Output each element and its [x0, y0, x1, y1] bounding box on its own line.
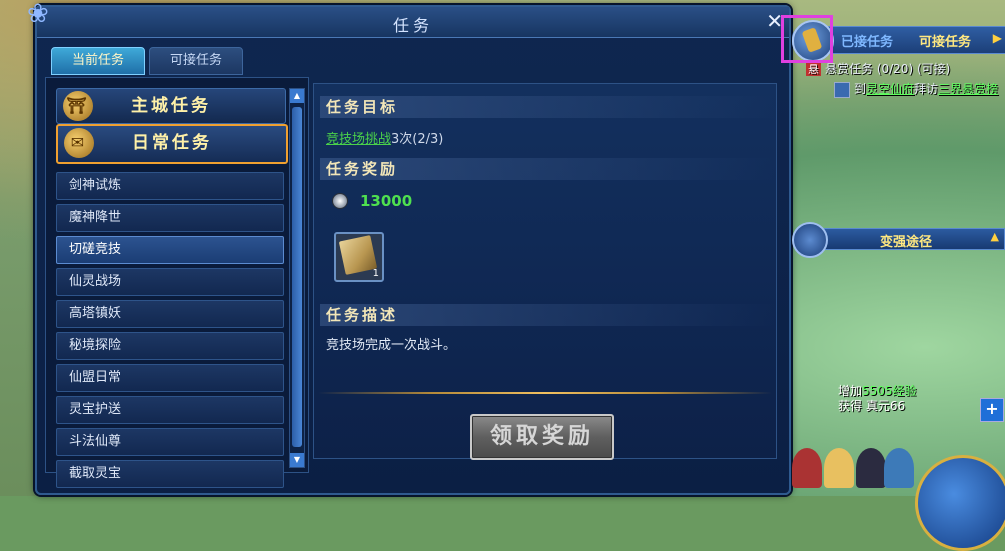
goal-progress: (2/3): [412, 132, 444, 147]
list-item[interactable]: 仙盟日常: [56, 364, 284, 392]
list-item[interactable]: 截取灵宝: [56, 460, 284, 488]
visit-task-line: 到灵空仙府拜访三界悬赏榜: [834, 80, 998, 98]
quest-scroll-icon[interactable]: [792, 20, 834, 62]
ornamental-divider: [318, 392, 772, 394]
task-dialog: ❀ 任务 ✕ 当前任务 可接任务 ⛩ 主城任务 ✉ 日常任务 剑神试炼 魔神降世…: [27, 0, 791, 495]
scroll-thumb[interactable]: [292, 107, 302, 447]
claim-reward-button[interactable]: 领取奖励: [470, 414, 614, 460]
scroll-item-icon: [338, 235, 378, 275]
task-marker-icon: [834, 81, 850, 98]
bounty-tag: 悬: [806, 63, 821, 76]
list-item[interactable]: 仙灵战场: [56, 268, 284, 296]
reward-money-row: 13000: [332, 192, 412, 210]
exp-prefix: 增加: [838, 384, 863, 398]
goal-heading: 任务目标: [320, 96, 776, 118]
collapse-arrow-icon[interactable]: ▶: [993, 31, 1002, 45]
list-item[interactable]: 高塔镇妖: [56, 300, 284, 328]
visit-mid: 拜访: [914, 82, 939, 96]
scroll-icon: ✉: [64, 128, 94, 158]
list-item[interactable]: 切磋竞技: [56, 236, 284, 264]
scroll-down-icon[interactable]: ▼: [290, 453, 304, 467]
main-menu-orb[interactable]: [915, 455, 1005, 551]
close-icon[interactable]: ✕: [766, 10, 783, 32]
scroll-up-icon[interactable]: ▲: [290, 89, 304, 103]
tab-available-tasks[interactable]: 可接任务: [149, 47, 243, 75]
reward-heading: 任务奖励: [320, 158, 776, 180]
exp-value: 5505经验: [862, 384, 917, 398]
party-member-avatar[interactable]: [856, 448, 886, 488]
list-item[interactable]: 斗法仙尊: [56, 428, 284, 456]
list-item[interactable]: 秘境探险: [56, 332, 284, 360]
visit-place-link[interactable]: 灵空仙府: [866, 82, 914, 96]
category-daily-button[interactable]: ✉ 日常任务: [56, 124, 288, 164]
task-detail-panel: 任务目标 竞技场挑战3次(2/3) 任务奖励 13000 1 任务描述 竞技场完…: [313, 83, 777, 460]
category-main-city-button[interactable]: ⛩ 主城任务: [56, 88, 286, 124]
goal-suffix: 3次: [391, 132, 413, 147]
party-member-avatar[interactable]: [792, 448, 822, 488]
desc-heading: 任务描述: [320, 304, 776, 326]
zhenyuan-gain: 获得 真元66: [838, 399, 906, 413]
task-category-panel: ⛩ 主城任务 ✉ 日常任务 剑神试炼 魔神降世 切磋竞技 仙灵战场 高塔镇妖 秘…: [45, 77, 309, 488]
tab-current-tasks[interactable]: 当前任务: [51, 47, 145, 75]
goal-link[interactable]: 竞技场挑战: [326, 132, 391, 147]
reward-item-slot[interactable]: 1: [334, 232, 384, 282]
task-description: 竞技场完成一次战斗。: [326, 338, 457, 353]
bounty-text: 悬赏任务 (0/20) (可接): [825, 62, 951, 76]
power-up-tracker: 变强途径 ▲: [792, 222, 1005, 258]
dialog-title: 任务: [392, 16, 433, 35]
coin-icon: [332, 193, 348, 209]
fist-icon[interactable]: [792, 222, 828, 258]
expand-arrow-icon[interactable]: ▲: [991, 230, 999, 243]
visit-prefix: 到: [854, 82, 867, 96]
daily-task-list: 剑神试炼 魔神降世 切磋竞技 仙灵战场 高塔镇妖 秘境探险 仙盟日常 灵宝护送 …: [56, 172, 284, 492]
power-up-label: 变强途径: [880, 235, 933, 250]
category-main-city-label: 主城任务: [131, 96, 211, 116]
dialog-title-bar[interactable]: ❀ 任务 ✕: [27, 0, 789, 38]
category-daily-label: 日常任务: [132, 133, 212, 153]
party-member-avatar[interactable]: [824, 448, 854, 488]
list-item[interactable]: 剑神试炼: [56, 172, 284, 200]
tab-available-tasks-hud[interactable]: 可接任务: [919, 31, 971, 50]
bounty-task-line[interactable]: 悬悬赏任务 (0/20) (可接): [806, 60, 950, 77]
reward-money-value: 13000: [360, 192, 413, 210]
exp-gain-info: 增加5505经验 获得 真元66: [838, 384, 917, 414]
tab-accepted-tasks[interactable]: 已接任务: [841, 31, 893, 50]
list-item[interactable]: 灵宝护送: [56, 396, 284, 424]
visit-target-link[interactable]: 三界悬赏榜: [938, 82, 998, 96]
pagoda-icon: ⛩: [63, 91, 93, 121]
list-scrollbar[interactable]: ▲ ▼: [289, 88, 305, 468]
goal-line: 竞技场挑战3次(2/3): [326, 128, 443, 147]
item-count: 1: [372, 268, 379, 279]
expand-plus-button[interactable]: +: [980, 398, 1004, 422]
mount-icon[interactable]: [884, 448, 914, 488]
list-item[interactable]: 魔神降世: [56, 204, 284, 232]
